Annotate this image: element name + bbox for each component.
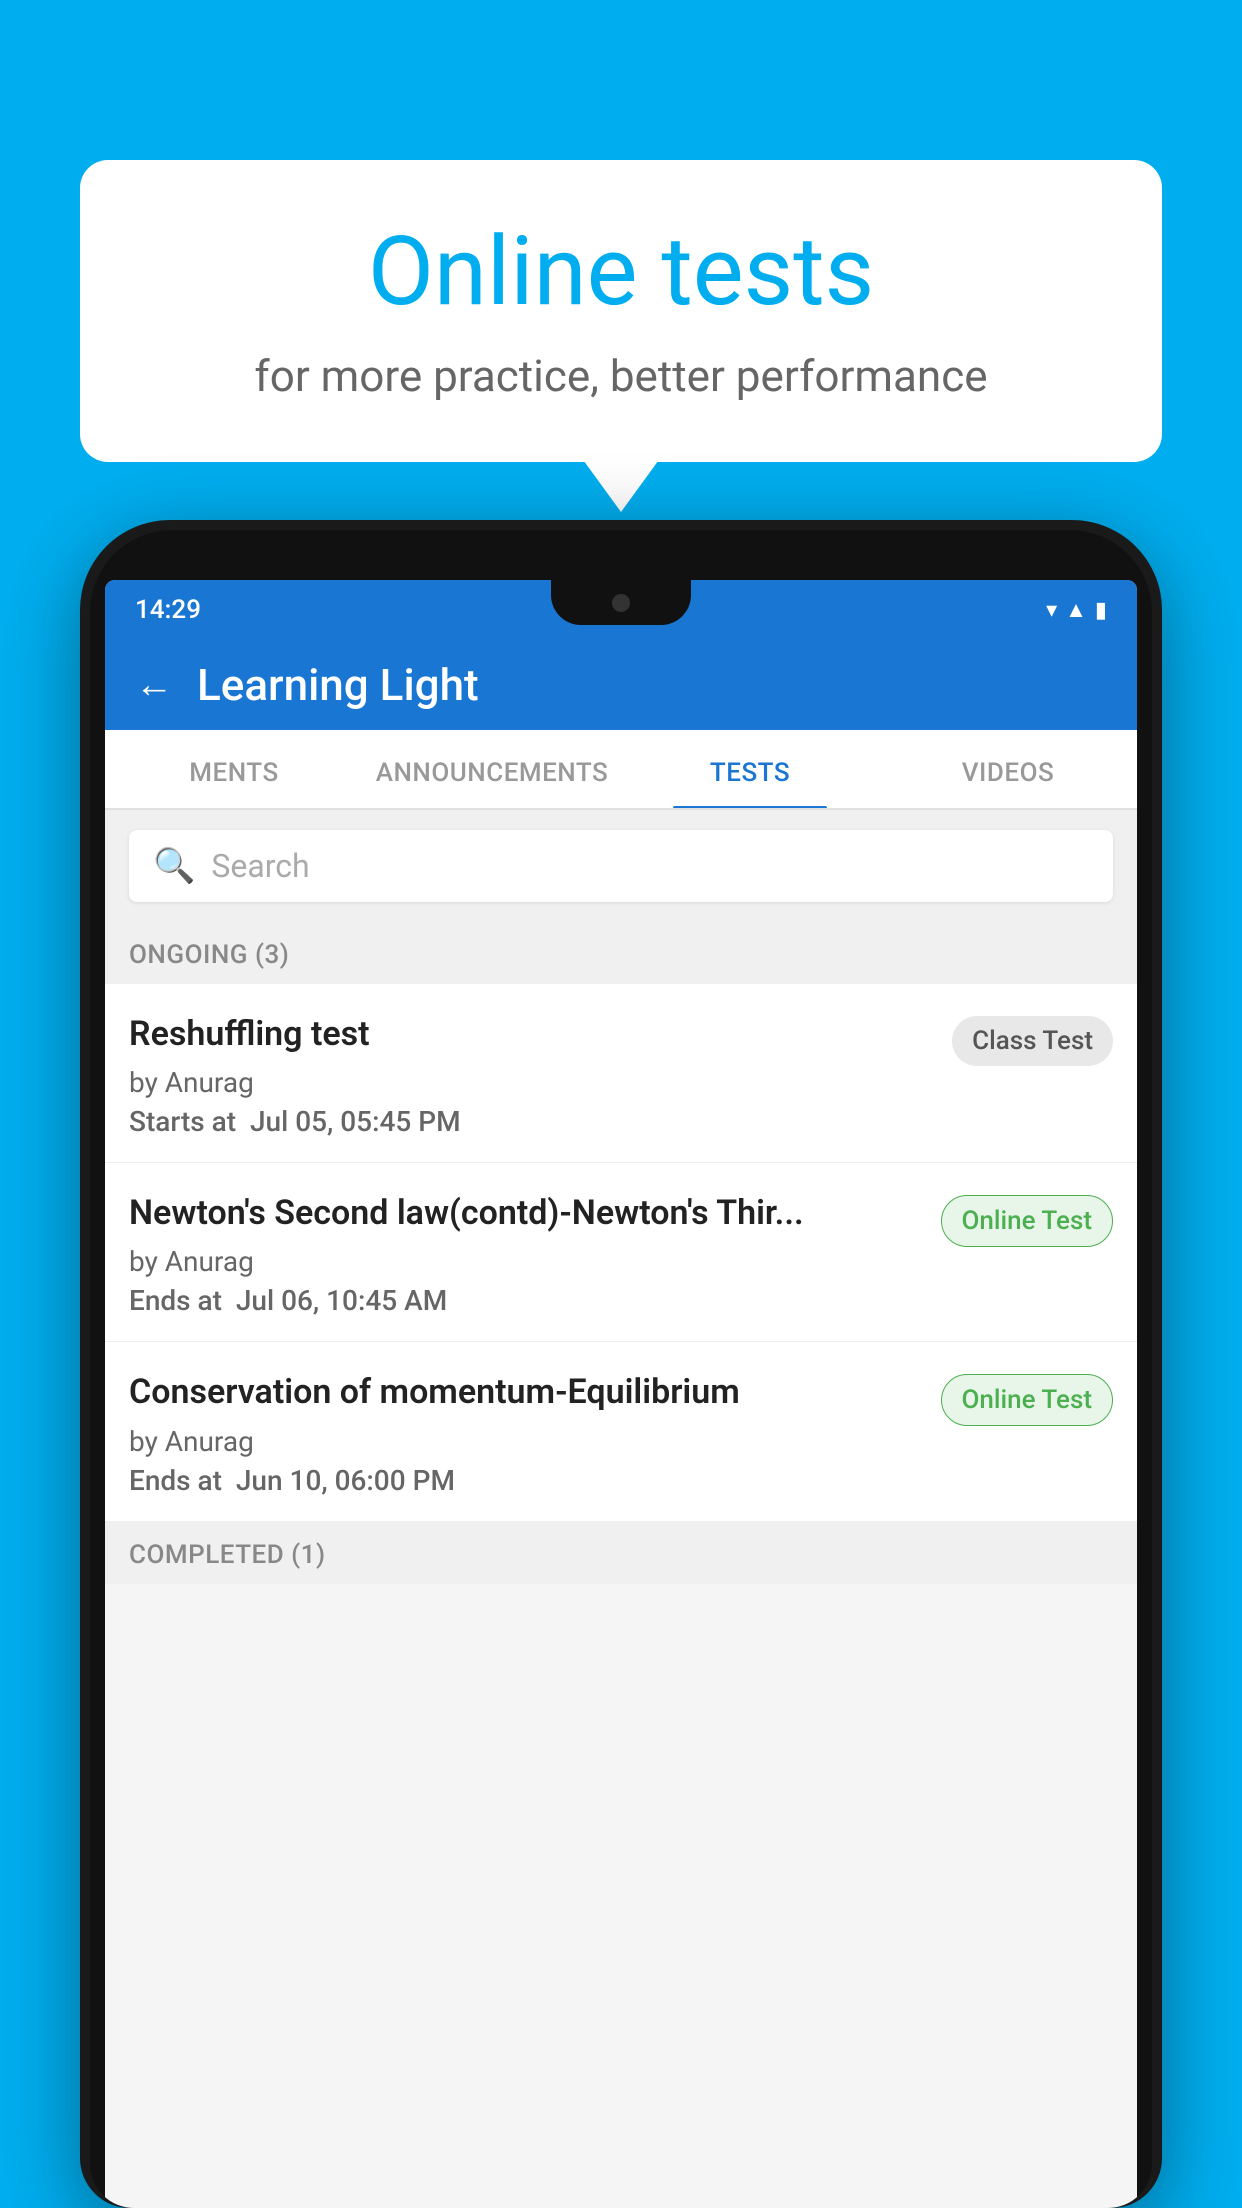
test-time-label-3: Ends at bbox=[129, 1464, 222, 1497]
tab-videos[interactable]: VIDEOS bbox=[879, 758, 1137, 808]
battery-icon: ▮ bbox=[1095, 598, 1107, 623]
tab-tests[interactable]: TESTS bbox=[621, 758, 879, 808]
notch bbox=[551, 580, 691, 625]
phone-inner: 14:29 ▾ ▲ ▮ ← Learning Light MENTS ANNOU… bbox=[90, 530, 1152, 2208]
bubble-title: Online tests bbox=[160, 220, 1082, 326]
test-info-3: Conservation of momentum-Equilibrium by … bbox=[129, 1370, 941, 1496]
test-time-label-1: Starts at bbox=[129, 1105, 236, 1138]
test-name-3: Conservation of momentum-Equilibrium bbox=[129, 1370, 921, 1414]
test-list: Reshuffling test by Anurag Starts at Jul… bbox=[105, 984, 1137, 1522]
app-header: ← Learning Light bbox=[105, 640, 1137, 730]
test-item[interactable]: Reshuffling test by Anurag Starts at Jul… bbox=[105, 984, 1137, 1163]
test-author-3: by Anurag bbox=[129, 1425, 921, 1458]
bubble-subtitle: for more practice, better performance bbox=[160, 350, 1082, 402]
camera-dot bbox=[612, 594, 630, 612]
test-time-value-1: Jul 05, 05:45 PM bbox=[250, 1105, 461, 1138]
test-name-1: Reshuffling test bbox=[129, 1012, 932, 1056]
ongoing-section-header: ONGOING (3) bbox=[105, 922, 1137, 984]
speech-bubble-container: Online tests for more practice, better p… bbox=[80, 160, 1162, 462]
test-time-value-2: Jul 06, 10:45 AM bbox=[236, 1284, 447, 1317]
test-time-value-3: Jun 10, 06:00 PM bbox=[236, 1464, 455, 1497]
test-info-1: Reshuffling test by Anurag Starts at Jul… bbox=[129, 1012, 952, 1138]
test-item[interactable]: Conservation of momentum-Equilibrium by … bbox=[105, 1342, 1137, 1521]
completed-label: COMPLETED (1) bbox=[129, 1540, 326, 1570]
speech-bubble: Online tests for more practice, better p… bbox=[80, 160, 1162, 462]
search-container: 🔍 Search bbox=[105, 810, 1137, 922]
test-author-2: by Anurag bbox=[129, 1245, 921, 1278]
search-icon: 🔍 bbox=[153, 846, 195, 886]
test-item[interactable]: Newton's Second law(contd)-Newton's Thir… bbox=[105, 1163, 1137, 1342]
signal-icon: ▲ bbox=[1065, 597, 1087, 623]
test-author-1: by Anurag bbox=[129, 1066, 932, 1099]
test-info-2: Newton's Second law(contd)-Newton's Thir… bbox=[129, 1191, 941, 1317]
test-time-2: Ends at Jul 06, 10:45 AM bbox=[129, 1284, 921, 1317]
phone-frame: 14:29 ▾ ▲ ▮ ← Learning Light MENTS ANNOU… bbox=[80, 520, 1162, 2208]
test-badge-3: Online Test bbox=[941, 1374, 1114, 1426]
status-time: 14:29 bbox=[135, 595, 201, 625]
phone-screen: 14:29 ▾ ▲ ▮ ← Learning Light MENTS ANNOU… bbox=[105, 580, 1137, 2208]
tab-ments[interactable]: MENTS bbox=[105, 758, 363, 808]
search-placeholder: Search bbox=[211, 847, 309, 885]
back-button[interactable]: ← bbox=[135, 663, 173, 707]
test-badge-2: Online Test bbox=[941, 1195, 1114, 1247]
app-title: Learning Light bbox=[197, 659, 479, 711]
tab-announcements[interactable]: ANNOUNCEMENTS bbox=[363, 758, 621, 808]
test-time-label-2: Ends at bbox=[129, 1284, 222, 1317]
test-time-3: Ends at Jun 10, 06:00 PM bbox=[129, 1464, 921, 1497]
tabs-bar: MENTS ANNOUNCEMENTS TESTS VIDEOS bbox=[105, 730, 1137, 810]
wifi-icon: ▾ bbox=[1046, 598, 1057, 623]
status-bar: 14:29 ▾ ▲ ▮ bbox=[105, 580, 1137, 640]
test-name-2: Newton's Second law(contd)-Newton's Thir… bbox=[129, 1191, 921, 1235]
search-bar[interactable]: 🔍 Search bbox=[129, 830, 1113, 902]
ongoing-label: ONGOING (3) bbox=[129, 940, 289, 970]
completed-section-header: COMPLETED (1) bbox=[105, 1522, 1137, 1584]
test-badge-1: Class Test bbox=[952, 1016, 1113, 1066]
status-icons: ▾ ▲ ▮ bbox=[1046, 597, 1107, 623]
test-time-1: Starts at Jul 05, 05:45 PM bbox=[129, 1105, 932, 1138]
